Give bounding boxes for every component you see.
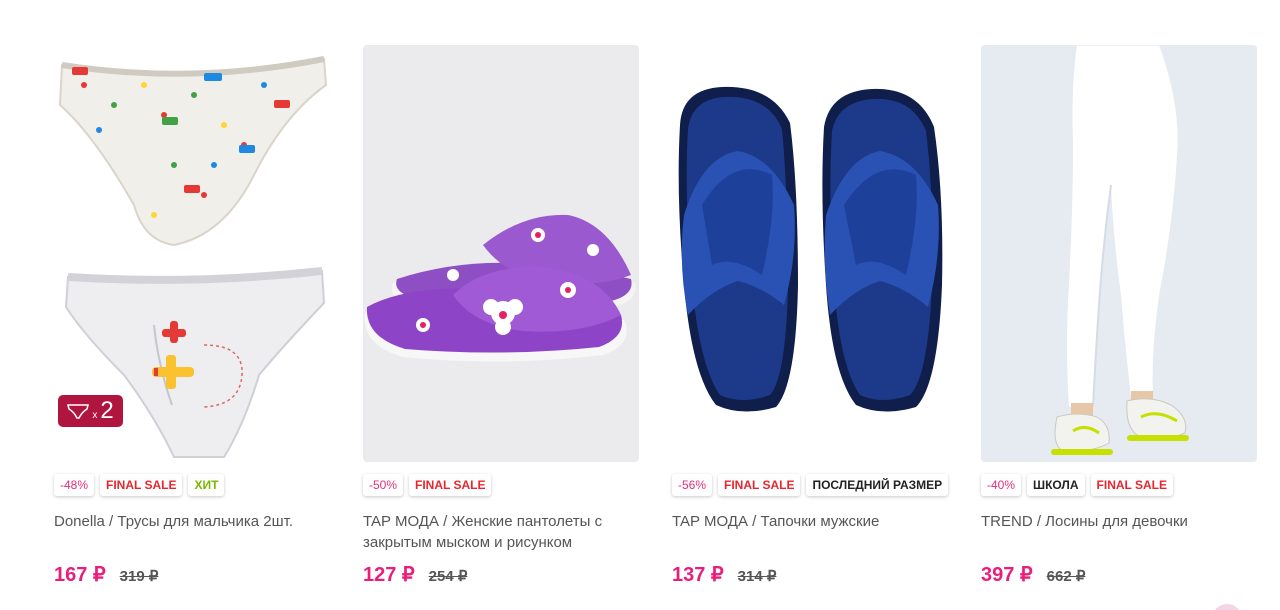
current-price: 127 ₽ [363, 564, 415, 586]
badge-row: -50% FINAL SALE [363, 474, 492, 496]
current-price: 137 ₽ [672, 564, 724, 586]
hit-badge: ХИТ [188, 474, 225, 496]
product-title[interactable]: TREND / Лосины для девочки [981, 511, 1271, 532]
blue-slippers-image [672, 45, 948, 462]
product-image[interactable] [363, 45, 639, 462]
pack-quantity-badge: x 2 [58, 395, 123, 427]
price-block: 397 ₽ 662 ₽ [981, 562, 1085, 587]
discount-badge: -40% [981, 474, 1022, 496]
old-price: 662 ₽ [1046, 568, 1086, 585]
final-sale-badge: FINAL SALE [409, 474, 492, 496]
old-price: 314 ₽ [737, 568, 777, 585]
discount-badge: -48% [54, 474, 95, 496]
product-card[interactable]: x 2 -48% FINAL SALE ХИТ Donella / Трусы … [54, 45, 330, 605]
price-block: 137 ₽ 314 ₽ [672, 562, 776, 587]
pack-multiplier: x [92, 409, 98, 421]
price-block: 167 ₽ 319 ₽ [54, 562, 158, 587]
product-card[interactable]: -56% FINAL SALE ПОСЛЕДНИЙ РАЗМЕР TAP МОД… [672, 45, 949, 605]
discount-badge: -50% [363, 474, 404, 496]
leggings-image [981, 45, 1257, 462]
product-image[interactable]: x 2 [54, 45, 330, 462]
slippers-image [363, 45, 639, 462]
product-image[interactable] [981, 45, 1257, 462]
product-card[interactable]: -40% ШКОЛА FINAL SALE TREND / Лосины для… [981, 45, 1257, 605]
last-size-badge: ПОСЛЕДНИЙ РАЗМЕР [806, 474, 949, 496]
badge-row: -48% FINAL SALE ХИТ [54, 474, 225, 496]
price-block: 127 ₽ 254 ₽ [363, 562, 467, 587]
discount-badge: -56% [672, 474, 713, 496]
school-badge: ШКОЛА [1027, 474, 1085, 496]
old-price: 254 ₽ [428, 568, 468, 585]
badge-row: -56% FINAL SALE ПОСЛЕДНИЙ РАЗМЕР [672, 474, 949, 496]
briefs-icon [67, 404, 90, 419]
product-title[interactable]: TAP МОДА / Женские пантолеты с закрытым … [363, 511, 653, 553]
current-price: 167 ₽ [54, 564, 106, 586]
badge-row: -40% ШКОЛА FINAL SALE [981, 474, 1173, 496]
current-price: 397 ₽ [981, 564, 1033, 586]
final-sale-badge: FINAL SALE [1090, 474, 1173, 496]
old-price: 319 ₽ [119, 568, 159, 585]
pack-count: 2 [100, 397, 114, 424]
product-grid: x 2 -48% FINAL SALE ХИТ Donella / Трусы … [54, 45, 1258, 605]
product-image[interactable] [672, 45, 948, 462]
product-title[interactable]: TAP МОДА / Тапочки мужские [672, 511, 962, 532]
final-sale-badge: FINAL SALE [100, 474, 183, 496]
final-sale-badge: FINAL SALE [718, 474, 801, 496]
product-card[interactable]: -50% FINAL SALE TAP МОДА / Женские панто… [363, 45, 639, 605]
product-title[interactable]: Donella / Трусы для мальчика 2шт. [54, 511, 344, 532]
